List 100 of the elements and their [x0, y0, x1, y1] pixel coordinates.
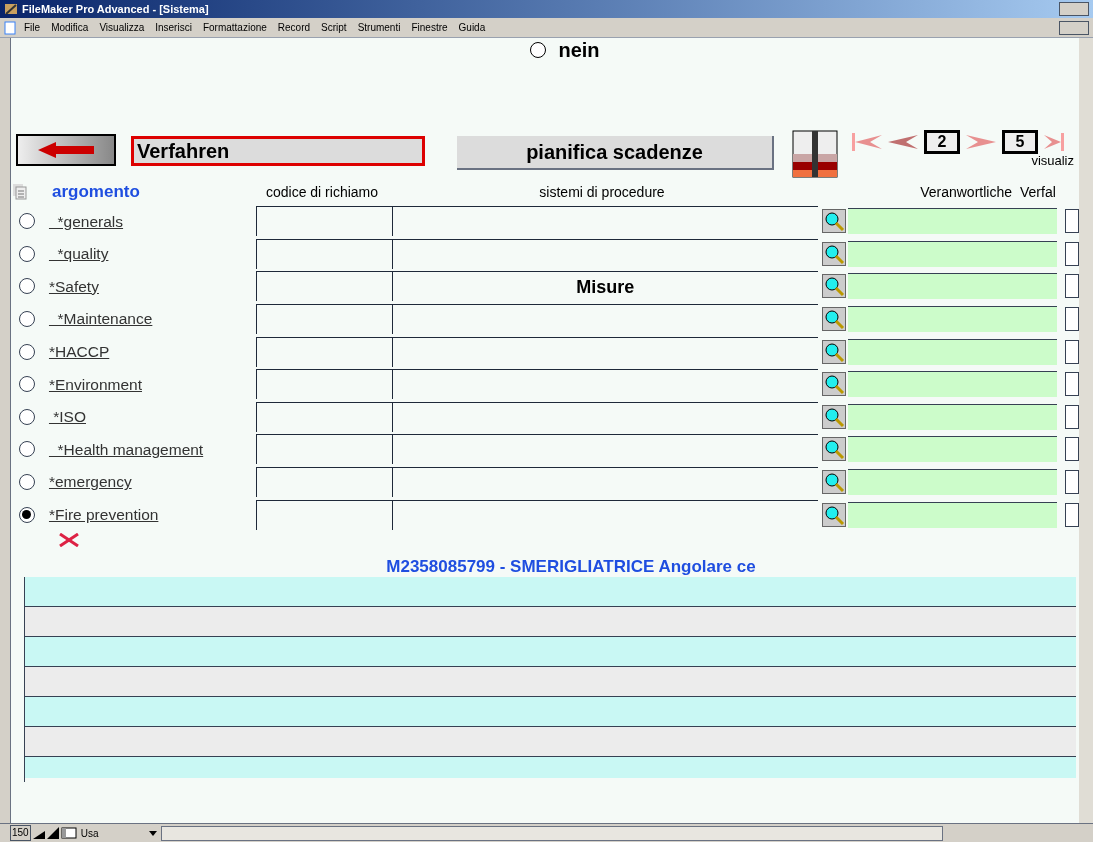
radio-button[interactable] [19, 376, 35, 393]
code-field[interactable] [256, 304, 393, 335]
radio-button[interactable] [19, 245, 35, 262]
menu-item[interactable]: Record [277, 20, 311, 35]
menu-item[interactable]: Guida [458, 20, 486, 35]
expiry-field[interactable] [1065, 404, 1079, 429]
option-label: nein [558, 39, 600, 61]
search-icon[interactable] [821, 241, 846, 266]
radio-button[interactable] [19, 311, 35, 328]
search-icon[interactable] [821, 209, 846, 234]
responsible-field[interactable] [847, 403, 1058, 430]
search-icon[interactable] [821, 470, 846, 495]
radio-button[interactable] [530, 42, 547, 58]
radio-button[interactable] [19, 278, 35, 295]
back-button[interactable] [16, 134, 116, 166]
app-icon [4, 2, 18, 16]
topic-link[interactable]: *Maintenance [48, 307, 257, 331]
mode-dropdown[interactable]: Usa [78, 825, 159, 841]
expiry-field[interactable] [1065, 437, 1079, 462]
menu-item[interactable]: File [24, 20, 41, 35]
topic-link[interactable]: *Health management [48, 437, 257, 462]
layout-field[interactable]: Verfahren [131, 136, 425, 166]
search-icon[interactable] [821, 502, 846, 527]
menu-item[interactable]: Visualizza [99, 20, 145, 35]
responsible-field[interactable] [847, 501, 1058, 528]
book-icon [792, 130, 838, 178]
responsible-field[interactable] [847, 240, 1058, 267]
status-area-icon[interactable] [60, 827, 77, 839]
column-header: Verfal [1020, 182, 1056, 202]
zoom-in-icon[interactable] [46, 827, 59, 839]
column-header: sistemi di procedure [538, 182, 666, 202]
topic-link[interactable]: *ISO [48, 405, 257, 429]
expiry-field[interactable] [1065, 470, 1079, 495]
topic-link[interactable]: *Environment [48, 372, 257, 396]
search-icon[interactable] [821, 404, 846, 429]
left-arrow-icon [38, 141, 94, 159]
menu-item[interactable]: Modifica [51, 20, 89, 35]
expiry-field[interactable] [1065, 372, 1079, 397]
radio-button[interactable] [19, 474, 35, 491]
expiry-field[interactable] [1065, 339, 1079, 364]
radio-button[interactable] [19, 213, 35, 230]
responsible-field[interactable] [847, 273, 1058, 300]
record-count: 5 [1002, 130, 1038, 154]
topic-link[interactable]: *Safety [48, 274, 257, 299]
responsible-field[interactable] [847, 436, 1058, 463]
expiry-field[interactable] [1065, 274, 1079, 299]
schedule-button[interactable]: pianifica scadenze [457, 136, 774, 170]
window-title: FileMaker Pro Advanced - [Sistema] [22, 1, 209, 17]
topic-link[interactable]: *Fire prevention [48, 503, 257, 527]
responsible-field[interactable] [847, 306, 1058, 333]
search-icon[interactable] [821, 372, 846, 397]
topic-link[interactable]: *generals [48, 209, 257, 233]
search-icon[interactable] [821, 274, 846, 299]
search-icon[interactable] [821, 437, 846, 462]
column-header: Veranwortliche [919, 182, 1012, 202]
list-icon [13, 184, 27, 200]
horizontal-scrollbar[interactable] [160, 825, 943, 841]
window-controls[interactable] [1059, 20, 1089, 35]
radio-button[interactable] [19, 343, 35, 360]
code-field[interactable] [256, 271, 393, 302]
current-record-number[interactable]: 2 [924, 130, 960, 154]
code-field[interactable] [256, 499, 393, 530]
responsible-field[interactable] [847, 371, 1058, 398]
code-field[interactable] [256, 238, 393, 269]
delete-icon[interactable] [58, 532, 80, 547]
expiry-field[interactable] [1065, 502, 1079, 527]
code-field[interactable] [256, 336, 393, 367]
expiry-field[interactable] [1065, 241, 1079, 266]
radio-button[interactable] [19, 506, 35, 523]
code-field[interactable] [256, 467, 393, 498]
document-icon [4, 20, 16, 35]
radio-button[interactable] [19, 441, 35, 458]
search-icon[interactable] [821, 307, 846, 332]
column-header: codice di richiamo [264, 182, 380, 202]
topic-link[interactable]: *quality [48, 242, 257, 266]
topic-link[interactable]: *HACCP [48, 340, 257, 364]
topic-link[interactable]: *emergency [48, 470, 257, 494]
code-field[interactable] [256, 206, 393, 237]
procedure-field[interactable]: Misure [392, 271, 818, 302]
code-field[interactable] [256, 401, 393, 432]
menu-item[interactable]: Inserisci [155, 20, 192, 35]
code-field[interactable] [256, 369, 393, 400]
menu-item[interactable]: Script [321, 20, 347, 35]
menu-item[interactable]: Formattazione [202, 20, 267, 35]
vertical-scrollbar[interactable] [1079, 38, 1093, 823]
code-field[interactable] [256, 434, 393, 465]
responsible-field[interactable] [847, 469, 1058, 496]
column-header: argomento [52, 181, 141, 204]
record-caption: visualiz [1031, 154, 1074, 167]
radio-button[interactable] [19, 408, 35, 425]
menu-item[interactable]: Finestre [411, 20, 448, 35]
responsible-field[interactable] [847, 338, 1058, 365]
responsible-field[interactable] [847, 208, 1058, 235]
window-controls[interactable] [1059, 2, 1089, 16]
search-icon[interactable] [821, 339, 846, 364]
menu-item[interactable]: Strumenti [357, 20, 401, 35]
expiry-field[interactable] [1065, 209, 1079, 234]
zoom-level[interactable]: 150 [10, 825, 31, 841]
expiry-field[interactable] [1065, 307, 1079, 332]
previous-record-icon[interactable] [888, 133, 918, 151]
